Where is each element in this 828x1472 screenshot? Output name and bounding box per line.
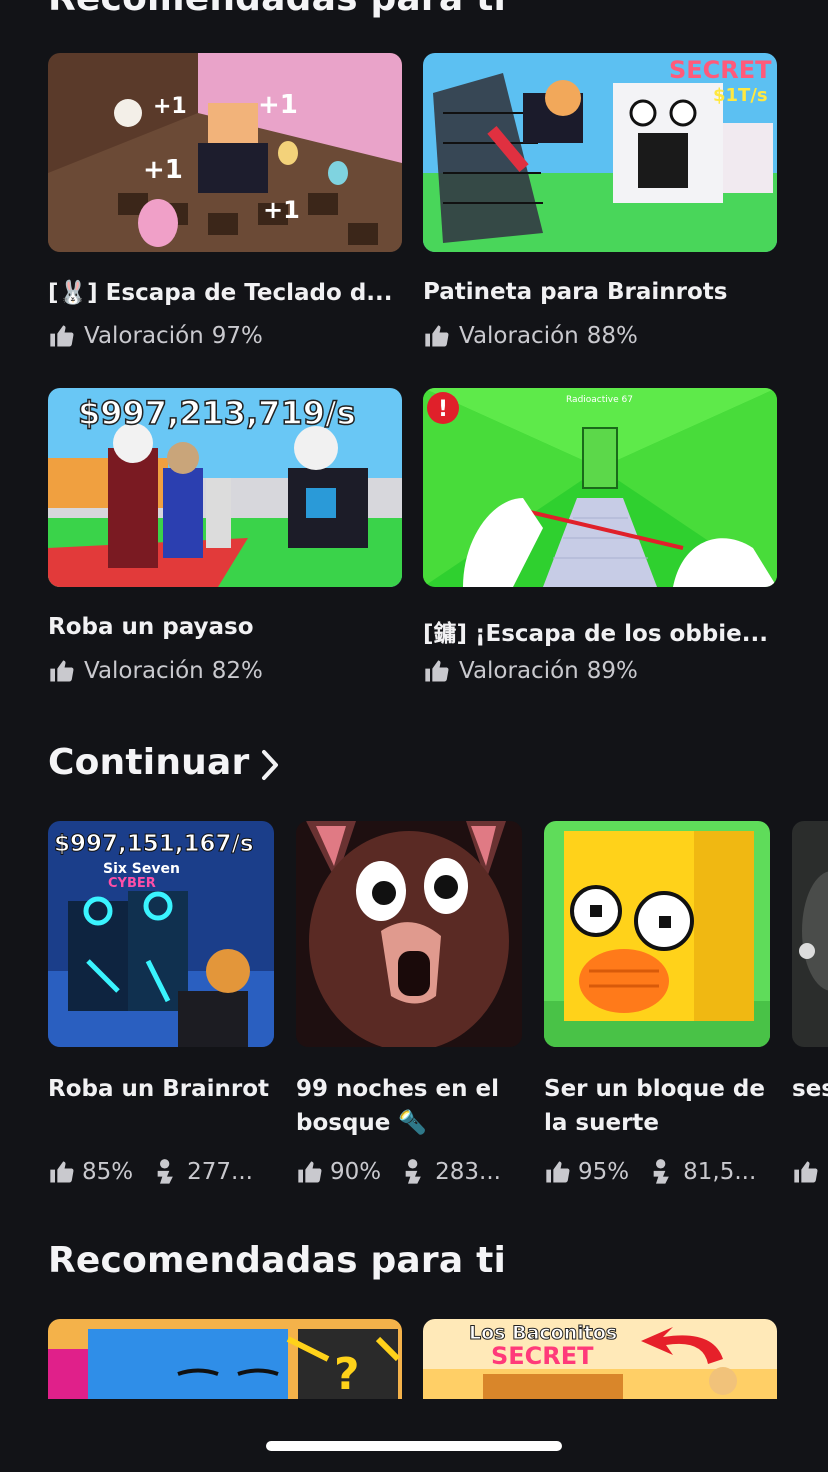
svg-text:+1: +1: [143, 155, 183, 185]
svg-text:+1: +1: [153, 94, 187, 119]
game-title[interactable]: Ser un bloque de la suerte: [544, 1072, 774, 1140]
game-title[interactable]: Patineta para Brainrots: [423, 279, 777, 305]
game-thumbnail-bottom-2[interactable]: Los Baconitos SECRET: [423, 1319, 777, 1399]
game-title[interactable]: ses: [792, 1072, 828, 1106]
thumbs-up-icon: [48, 657, 76, 685]
thumbs-up-icon: [296, 1158, 324, 1186]
stats-row: [792, 1158, 820, 1186]
rating-value: 82%: [211, 658, 263, 684]
thumbs-up-icon: [423, 657, 451, 685]
game-thumbnail-roba-payaso[interactable]: $997,213,719/s: [48, 388, 402, 587]
thumb-sub2-text: CYBER: [108, 876, 156, 891]
game-title[interactable]: [🐰] Escapa de Teclado d...: [48, 279, 402, 306]
game-thumbnail-patineta[interactable]: SECRET $1T/s: [423, 53, 777, 252]
thumb-label-text: Los Baconitos: [469, 1322, 617, 1344]
thumb-money-text: $997,213,719/s: [78, 394, 356, 432]
players-value: 81,5...: [683, 1159, 757, 1185]
rating-label: Valoración: [84, 658, 204, 684]
thumbs-up-icon: [792, 1158, 820, 1186]
game-thumbnail-bottom-1[interactable]: ?: [48, 1319, 402, 1399]
game-thumbnail-escapa-teclado[interactable]: +1 +1 +1 +1: [48, 53, 402, 252]
thumb-sub-text: SECRET: [491, 1342, 594, 1370]
game-thumbnail-bloque-suerte[interactable]: [544, 821, 770, 1047]
rating-value: 88%: [586, 323, 638, 349]
svg-text:?: ?: [334, 1349, 360, 1399]
thumbs-up-icon: [48, 322, 76, 350]
game-title[interactable]: Roba un payaso: [48, 614, 402, 640]
game-thumbnail-99-noches[interactable]: [296, 821, 522, 1047]
game-title[interactable]: 99 noches en el bosque 🔦: [296, 1072, 526, 1140]
rating-value: 89%: [586, 658, 638, 684]
home-indicator[interactable]: [266, 1441, 562, 1451]
game-title[interactable]: Roba un Brainrot: [48, 1072, 278, 1106]
svg-text:+1: +1: [263, 196, 300, 224]
chevron-right-icon[interactable]: [258, 748, 282, 782]
players-icon: [153, 1158, 181, 1186]
secret-badge: SECRET: [669, 56, 772, 84]
thumb-label-text: Radioactive 67: [566, 395, 633, 405]
rating-value: 85%: [82, 1159, 134, 1185]
game-thumbnail-escapa-obbies[interactable]: ! Radioactive 67: [423, 388, 777, 587]
rating-row: Valoración 88%: [423, 322, 638, 350]
thumbs-up-icon: [544, 1158, 572, 1186]
rating-value: 95%: [578, 1159, 630, 1185]
players-icon: [649, 1158, 677, 1186]
stats-row: 90% 283...: [296, 1158, 501, 1186]
players-value: 283...: [435, 1159, 501, 1185]
thumbs-up-icon: [423, 322, 451, 350]
rating-value: 90%: [330, 1159, 382, 1185]
rating-row: Valoración 82%: [48, 657, 263, 685]
secret-rate: $1T/s: [713, 85, 768, 106]
rating-value: 97%: [211, 323, 263, 349]
section-title-recommended-top: Recomendadas para ti: [48, 0, 506, 19]
rating-label: Valoración: [459, 658, 579, 684]
svg-text:+1: +1: [258, 90, 298, 120]
svg-text:!: !: [438, 397, 448, 422]
section-title-recommended-bottom: Recomendadas para ti: [48, 1240, 507, 1281]
game-title[interactable]: [鏞] ¡Escapa de los obbie...: [423, 614, 777, 648]
section-title-continue[interactable]: Continuar: [48, 742, 249, 783]
thumb-sub-text: Six Seven: [103, 861, 180, 877]
players-value: 277...: [187, 1159, 253, 1185]
game-thumbnail-partial[interactable]: [792, 821, 828, 1047]
stats-row: 95% 81,5...: [544, 1158, 756, 1186]
thumb-money-text: $997,151,167/s: [54, 831, 254, 857]
rating-label: Valoración: [84, 323, 204, 349]
stats-row: 85% 277...: [48, 1158, 253, 1186]
players-icon: [401, 1158, 429, 1186]
rating-row: Valoración 97%: [48, 322, 263, 350]
game-thumbnail-roba-brainrot[interactable]: $997,151,167/s Six Seven CYBER: [48, 821, 274, 1047]
thumbs-up-icon: [48, 1158, 76, 1186]
rating-row: Valoración 89%: [423, 657, 638, 685]
rating-label: Valoración: [459, 323, 579, 349]
